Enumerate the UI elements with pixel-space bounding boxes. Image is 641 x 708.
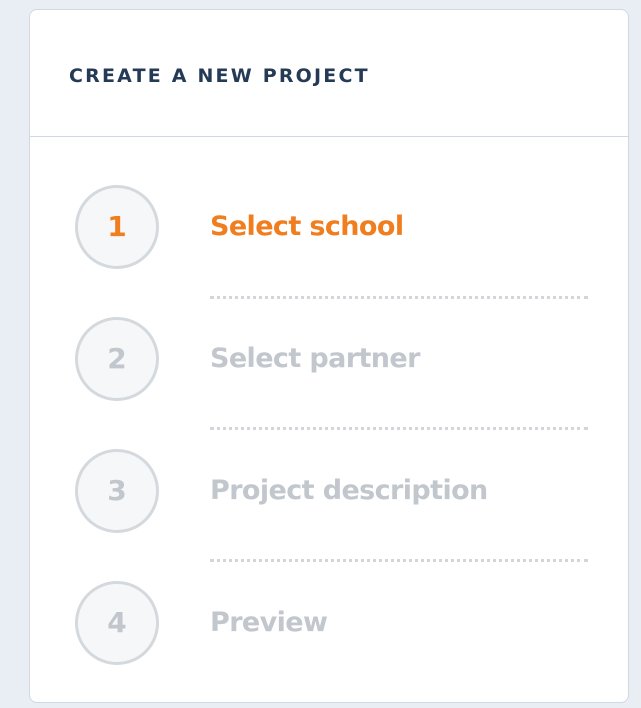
step-number-badge: 1 [75,185,159,269]
step-label: Preview [210,607,328,638]
step-preview[interactable]: 4 Preview [75,581,615,673]
create-project-panel: CREATE A NEW PROJECT 1 Select school 2 S… [29,9,629,703]
step-select-school[interactable]: 1 Select school [75,185,615,277]
step-number-badge: 4 [75,581,159,665]
step-divider [210,559,588,562]
step-number: 2 [107,342,127,375]
step-number: 3 [107,474,127,507]
step-divider [210,427,588,430]
step-label: Project description [210,475,488,506]
step-number-badge: 2 [75,317,159,401]
step-label: Select partner [210,343,420,374]
panel-title: CREATE A NEW PROJECT [69,65,370,87]
step-select-partner[interactable]: 2 Select partner [75,317,615,409]
panel-header: CREATE A NEW PROJECT [30,10,628,137]
step-label: Select school [210,211,404,242]
step-number: 4 [107,606,127,639]
step-project-description[interactable]: 3 Project description [75,449,615,541]
step-number-badge: 3 [75,449,159,533]
step-divider [210,296,588,299]
step-number: 1 [107,210,127,243]
